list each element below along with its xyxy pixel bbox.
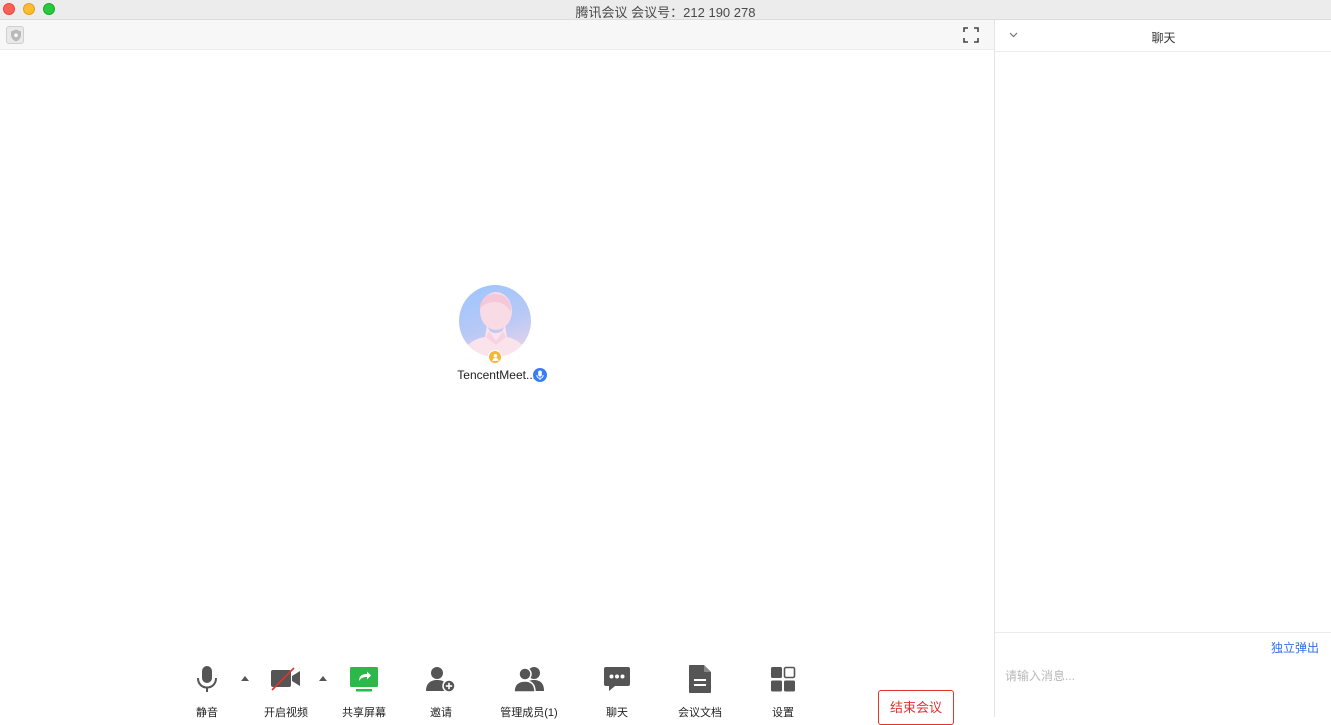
share-screen-icon xyxy=(349,664,379,699)
chat-panel: 聊天 独立弹出 xyxy=(994,20,1331,717)
participant-avatar xyxy=(459,285,531,357)
meeting-toolbar: 静音 开启视频 共享屏幕 邀请 管理成员(1) 聊天 会议文档 设置 结束会议 xyxy=(0,660,994,725)
chat-title: 聊天 xyxy=(1151,31,1176,45)
end-meeting-button[interactable]: 结束会议 xyxy=(878,690,954,725)
settings-label: 设置 xyxy=(772,707,794,719)
audio-options-caret[interactable] xyxy=(241,676,249,681)
manage-members-label: 管理成员(1) xyxy=(500,707,558,719)
manage-members-button[interactable]: 管理成员(1) xyxy=(494,664,564,719)
chat-bubble-icon xyxy=(603,664,631,699)
window-titlebar: 腾讯会议 会议号：212 190 278 xyxy=(0,0,1331,20)
participant-mic-icon xyxy=(533,368,547,382)
chat-header: 聊天 xyxy=(995,20,1331,52)
chat-button[interactable]: 聊天 xyxy=(597,664,637,719)
mute-label: 静音 xyxy=(196,707,218,719)
meeting-top-strip xyxy=(0,20,994,50)
start-video-button[interactable]: 开启视频 xyxy=(258,664,314,719)
participant-name: TencentMeet... xyxy=(457,368,536,382)
settings-grid-icon xyxy=(769,664,797,699)
mute-button[interactable]: 静音 xyxy=(187,664,227,719)
invite-label: 邀请 xyxy=(430,707,452,719)
chat-input-area: 独立弹出 xyxy=(995,632,1331,717)
invite-user-icon xyxy=(425,664,457,699)
video-off-icon xyxy=(270,664,302,699)
settings-button[interactable]: 设置 xyxy=(763,664,803,719)
chat-message-input[interactable] xyxy=(1005,665,1315,687)
invite-button[interactable]: 邀请 xyxy=(421,664,461,719)
start-video-label: 开启视频 xyxy=(264,707,308,719)
chat-label: 聊天 xyxy=(606,707,628,719)
host-badge-icon xyxy=(488,350,502,364)
window-title: 腾讯会议 会议号：212 190 278 xyxy=(575,5,756,20)
meeting-docs-button[interactable]: 会议文档 xyxy=(672,664,728,719)
meeting-view: TencentMeet... 静音 开启视频 共享屏幕 邀请 管理成员(1) 聊… xyxy=(0,20,994,725)
meeting-docs-label: 会议文档 xyxy=(678,707,722,719)
video-options-caret[interactable] xyxy=(319,676,327,681)
members-icon xyxy=(512,664,546,699)
participant-tile[interactable]: TencentMeet... xyxy=(440,285,560,395)
fullscreen-icon[interactable] xyxy=(962,26,980,44)
document-icon xyxy=(688,664,712,699)
security-shield-icon[interactable] xyxy=(6,26,24,44)
popout-chat-link[interactable]: 独立弹出 xyxy=(1271,639,1319,656)
share-screen-button[interactable]: 共享屏幕 xyxy=(336,664,392,719)
microphone-icon xyxy=(194,664,220,699)
share-screen-label: 共享屏幕 xyxy=(342,707,386,719)
